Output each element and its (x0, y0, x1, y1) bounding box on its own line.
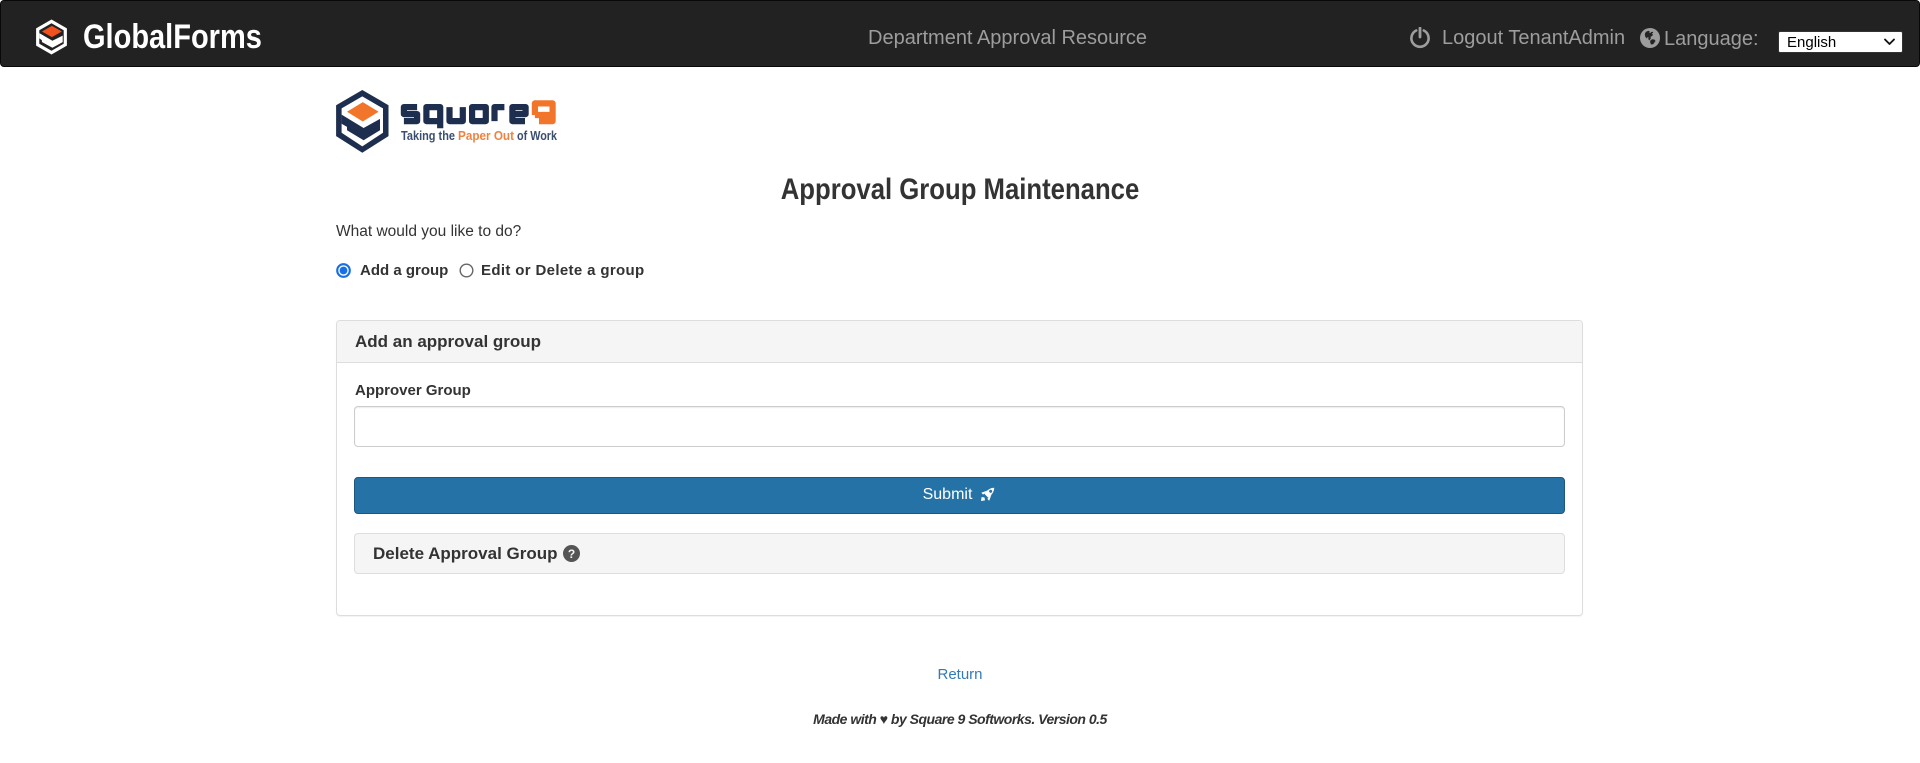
svg-text:Taking the: Taking the (401, 129, 455, 143)
svg-text:Paper Out: Paper Out (458, 129, 515, 143)
svg-text:?: ? (568, 547, 575, 561)
svg-text:of Work: of Work (517, 129, 557, 143)
